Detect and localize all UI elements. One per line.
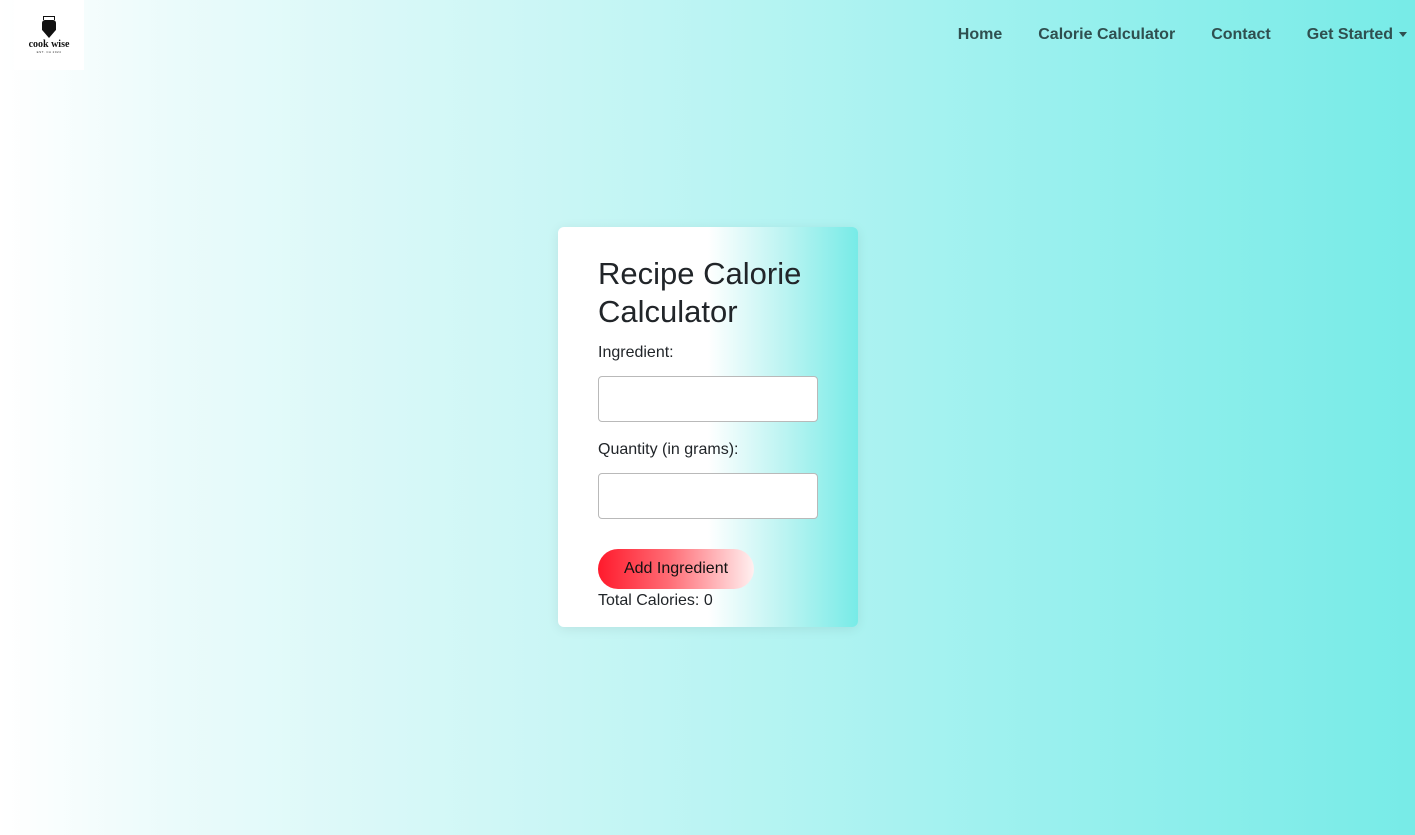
chef-head-icon [42, 20, 56, 38]
logo-subtext: EST. CA 2024 [36, 50, 62, 54]
total-calories-label: Total Calories: [598, 592, 704, 609]
crown-icon [43, 16, 55, 20]
card-title: Recipe Calorie Calculator [598, 256, 802, 329]
quantity-label: Quantity (in grams): [598, 441, 739, 458]
brand-logo[interactable]: cook wise EST. CA 2024 [14, 0, 84, 70]
calculator-card: Recipe Calorie Calculator Ingredient: Qu… [558, 227, 858, 627]
add-ingredient-button[interactable]: Add Ingredient [598, 549, 754, 589]
ingredient-label: Ingredient: [598, 344, 674, 361]
total-calories-value: 0 [703, 592, 713, 609]
caret-down-icon [1399, 31, 1407, 37]
ingredient-input[interactable] [598, 376, 818, 422]
nav-get-started-dropdown[interactable]: Get Started [1307, 26, 1407, 44]
quantity-input[interactable] [598, 473, 818, 519]
nav-contact-link[interactable]: Contact [1211, 26, 1271, 44]
top-navigation: Home Calorie Calculator Contact Get Star… [922, 0, 1407, 70]
logo-text: cook wise [28, 39, 70, 50]
total-calories: Total Calories: 0 [598, 589, 818, 613]
nav-calorie-calculator-link[interactable]: Calorie Calculator [1038, 26, 1175, 44]
nav-home-link[interactable]: Home [958, 26, 1002, 44]
get-started-label: Get Started [1306, 26, 1393, 43]
